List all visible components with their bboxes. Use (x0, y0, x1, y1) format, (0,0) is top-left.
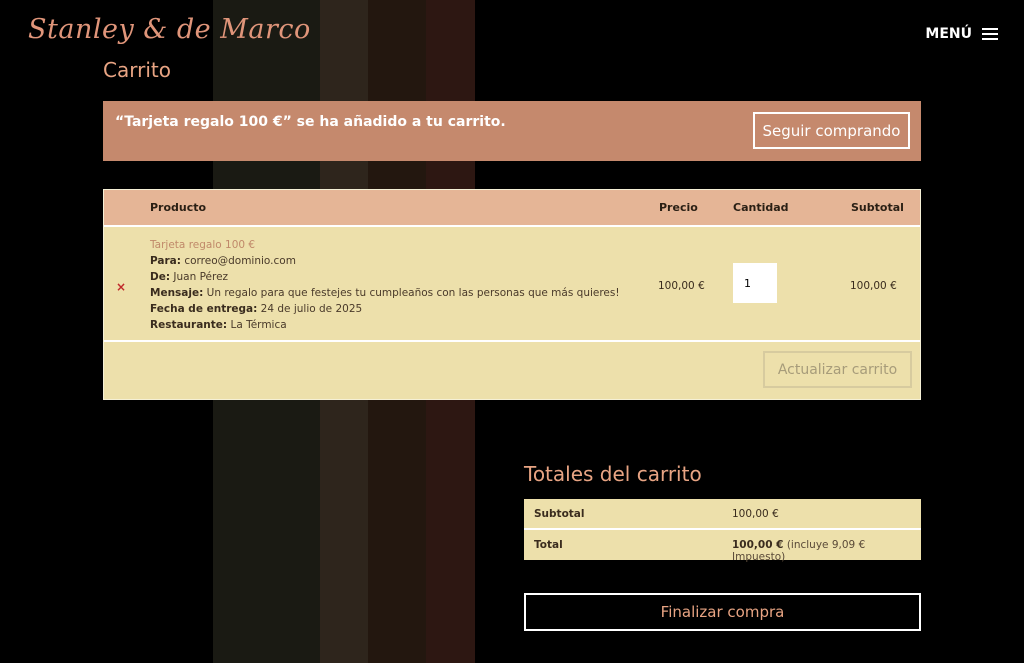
total-value: 100,00 € (732, 539, 784, 551)
checkout-button[interactable]: Finalizar compra (524, 593, 921, 631)
restaurant-value: La Térmica (230, 319, 287, 331)
cart-notice: “Tarjeta regalo 100 €” se ha añadido a t… (103, 101, 921, 161)
product-details: Tarjeta regalo 100 € Para: correo@domini… (150, 237, 620, 333)
menu-button[interactable]: MENÚ (925, 26, 998, 42)
from-label: De: (150, 271, 171, 283)
item-subtotal: 100,00 € (850, 280, 897, 292)
column-price: Precio (659, 201, 698, 214)
cart-item-row: × Tarjeta regalo 100 € Para: correo@domi… (104, 227, 920, 342)
update-cart-button[interactable]: Actualizar carrito (763, 351, 912, 388)
cart-table-header: Producto Precio Cantidad Subtotal (104, 190, 920, 227)
hamburger-icon (982, 28, 998, 40)
cart-totals-title: Totales del carrito (524, 462, 702, 486)
notice-message: “Tarjeta regalo 100 €” se ha añadido a t… (115, 114, 506, 130)
to-label: Para: (150, 255, 181, 267)
remove-item-icon[interactable]: × (116, 280, 126, 294)
message-value: Un regalo para que festejes tu cumpleaño… (206, 287, 620, 299)
column-quantity: Cantidad (733, 201, 789, 214)
from-value: Juan Pérez (173, 271, 229, 283)
column-subtotal: Subtotal (851, 201, 904, 214)
column-product: Producto (150, 201, 207, 214)
restaurant-label: Restaurante: (150, 319, 228, 331)
total-value-group: 100,00 € (incluye 9,09 € Impuesto) (732, 539, 921, 563)
quantity-input[interactable] (733, 263, 777, 303)
page-title: Carrito (103, 58, 171, 82)
delivery-value: 24 de julio de 2025 (260, 303, 363, 315)
product-name-link[interactable]: Tarjeta regalo 100 € (150, 237, 620, 253)
cart-table: Producto Precio Cantidad Subtotal × Tarj… (103, 189, 921, 400)
to-value: correo@dominio.com (184, 255, 296, 267)
site-logo[interactable]: Stanley & de Marco (28, 14, 311, 45)
cart-totals-table: Subtotal 100,00 € Total 100,00 € (incluy… (524, 499, 921, 563)
total-label: Total (534, 539, 563, 551)
continue-shopping-button[interactable]: Seguir comprando (753, 112, 910, 149)
total-row: Total 100,00 € (incluye 9,09 € Impuesto) (524, 530, 921, 563)
subtotal-row: Subtotal 100,00 € (524, 499, 921, 530)
subtotal-label: Subtotal (534, 508, 585, 520)
message-label: Mensaje: (150, 287, 204, 299)
menu-label: MENÚ (925, 26, 972, 42)
subtotal-value: 100,00 € (732, 508, 779, 520)
item-price: 100,00 € (658, 280, 705, 292)
delivery-label: Fecha de entrega: (150, 303, 258, 315)
